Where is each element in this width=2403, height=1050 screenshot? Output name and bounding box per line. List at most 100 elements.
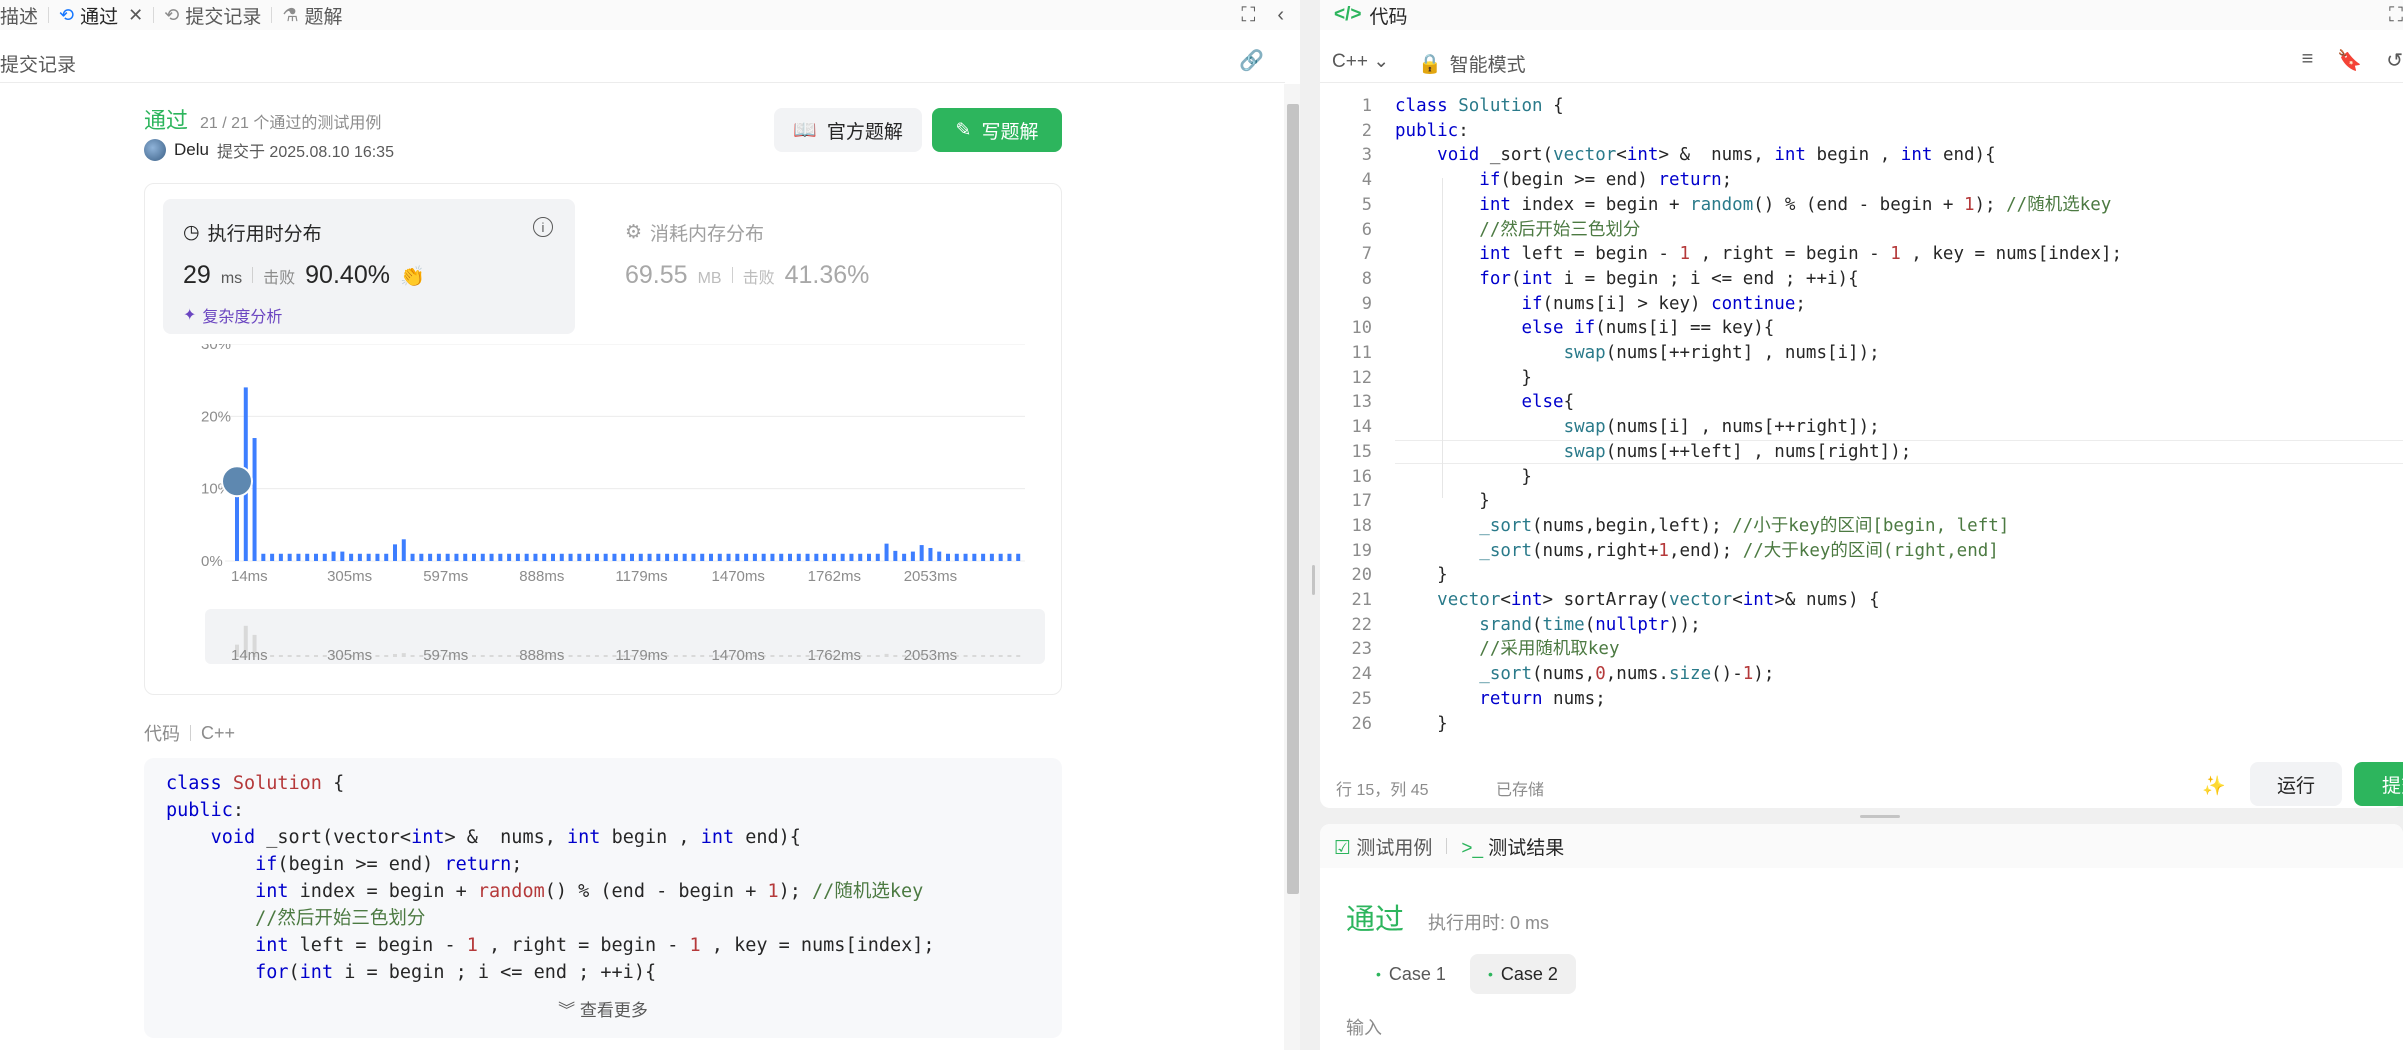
status-dot-icon: • (1488, 966, 1493, 982)
fullscreen-icon[interactable]: ⛶ (2389, 4, 2403, 27)
bookmark-icon[interactable]: 🔖 (2337, 48, 2362, 73)
runtime-beats: 90.40% (305, 261, 390, 289)
avatar[interactable] (144, 139, 166, 161)
editor-toolbar: C++ ⌄ 🔒 智能模式 ≡ 🔖 ↺ (1320, 44, 2403, 80)
collapse-icon[interactable]: ‹ (1277, 4, 1284, 27)
tab-submissions[interactable]: ⟲ 提交记录 (154, 0, 271, 30)
performance-card: ◷ 执行用时分布 i 29 ms 击败 90.40% 👏 ✦ 复杂度分析 ⚙ 消… (144, 183, 1062, 695)
scrollbar-thumb[interactable] (1287, 104, 1299, 894)
runtime-value-row: 29 ms 击败 90.40% 👏 (183, 261, 425, 290)
ai-assist-icon[interactable]: ✨ (2202, 774, 2226, 798)
tab-describe[interactable]: 描述 (0, 0, 48, 30)
run-button[interactable]: 运行 (2250, 762, 2342, 806)
fullscreen-icon[interactable]: ⛶ (1241, 4, 1255, 27)
user-name[interactable]: Delu (174, 140, 209, 160)
editor-textarea[interactable]: class Solution { public: void _sort(vect… (1395, 94, 2122, 736)
navigator-bar (788, 655, 792, 657)
tab-test-result-label: 测试结果 (1488, 837, 1565, 859)
chart-bar (287, 553, 292, 561)
x-tick-label: 2053ms (904, 568, 957, 585)
chart-bar (709, 553, 713, 561)
chart-bar (568, 553, 573, 561)
tab-solutions[interactable]: ⚗ 题解 (272, 0, 352, 30)
chart-bar (761, 553, 766, 561)
tab-test-result[interactable]: >_ 测试结果 (1461, 833, 1564, 860)
submit-button[interactable]: 提交 (2354, 762, 2403, 806)
history-icon: ⟲ (59, 4, 75, 25)
tab-test-cases[interactable]: ☑ 测试用例 (1334, 833, 1432, 860)
chart-bar (998, 553, 1003, 561)
history-icon: ⟲ (164, 4, 180, 25)
chart-bar (489, 553, 494, 561)
smart-mode-toggle[interactable]: 🔒 智能模式 (1418, 50, 1526, 77)
flask-icon: ⚗ (282, 4, 299, 25)
editor-header: </> 代码 ⛶ (1320, 0, 2403, 30)
code-editor-panel: </> 代码 ⛶ C++ ⌄ 🔒 智能模式 ≡ 🔖 ↺ 1 2 3 4 5 6 7 8 9 10 1… (1320, 0, 2403, 808)
chart-bar (612, 553, 617, 561)
terminal-icon: >_ (1461, 837, 1484, 859)
code-icon: </> (1334, 4, 1362, 25)
navigator-bar (507, 655, 512, 657)
undo-icon[interactable]: ↺ (2386, 48, 2403, 73)
chart-bar (638, 553, 643, 561)
input-label: 输入 (1346, 1018, 1382, 1038)
status-dot-icon: • (1376, 966, 1381, 982)
chip-icon: ⚙ (625, 222, 643, 243)
left-tab-bar: 描述 ⟲ 通过 ✕ ⟲ 提交记录 ⚗ 题解 ⛶ ‹ (0, 0, 1300, 30)
edit-icon: ✎ (955, 119, 972, 141)
chart-bar (788, 553, 792, 561)
chart-bar (524, 553, 529, 561)
chart-bar (454, 553, 459, 561)
case-tab-1[interactable]: • Case 1 (1358, 954, 1464, 994)
write-solution-button[interactable]: ✎ 写题解 (932, 108, 1062, 152)
official-solution-button[interactable]: 📖 官方题解 (774, 108, 922, 152)
chevrons-down-icon: ︾ (558, 1001, 576, 1020)
chart-bar (542, 553, 547, 561)
runtime-beats-label: 击败 (263, 270, 296, 287)
memory-beats-label: 击败 (742, 270, 775, 287)
navigator-tick-label: 305ms (327, 647, 372, 664)
divider (0, 82, 1285, 83)
format-icon[interactable]: ≡ (2302, 48, 2314, 73)
chart-bar (682, 553, 687, 561)
link-icon[interactable]: 🔗 (1239, 48, 1264, 73)
case-tab-2[interactable]: • Case 2 (1470, 954, 1576, 994)
chart-bar (270, 553, 275, 561)
runtime-label: 执行用时分布 (207, 224, 322, 245)
tab-passed[interactable]: ⟲ 通过 ✕ (49, 0, 153, 30)
chart-bar (910, 551, 915, 561)
chart-bar (296, 553, 301, 561)
chart-bar (884, 543, 889, 561)
result-pass: 通过 (1346, 904, 1405, 936)
info-icon[interactable]: i (533, 217, 553, 237)
chart-bar (919, 545, 924, 561)
memory-stats[interactable]: ⚙ 消耗内存分布 69.55 MB 击败 41.36% (615, 199, 1035, 334)
status-badge: 通过 (144, 108, 189, 133)
tab-divider (1446, 838, 1448, 854)
chart-bar (428, 553, 433, 561)
chart-bar (867, 553, 871, 561)
navigator-bar (393, 654, 397, 657)
navigator-bar (796, 655, 801, 657)
complexity-label: 复杂度分析 (202, 309, 283, 326)
chart-bar (744, 553, 749, 561)
saved-status: 已存储 (1496, 782, 1545, 799)
chart-bar (1016, 553, 1021, 561)
navigator-bar (480, 655, 485, 657)
chart-bar (366, 553, 371, 561)
chart-bar (322, 553, 327, 561)
horizontal-resize-handle[interactable] (1860, 815, 1900, 818)
runtime-distribution-chart[interactable]: 30%20%10%0%14ms 305ms 597ms 888ms 1179ms 1470… (145, 344, 1063, 684)
navigator-bar (489, 655, 494, 657)
language-select[interactable]: C++ ⌄ (1332, 50, 1389, 73)
navigator-bar (1007, 655, 1012, 657)
see-more-button[interactable]: ︾ 查看更多 (144, 996, 1062, 1021)
complexity-analysis-link[interactable]: ✦ 复杂度分析 (183, 303, 282, 327)
close-icon[interactable]: ✕ (128, 5, 143, 26)
vertical-resize-handle[interactable] (1312, 565, 1315, 595)
editor-title: 代码 (1369, 6, 1408, 28)
cases-passed: 21 / 21 个通过的测试用例 (200, 115, 382, 132)
navigator-bar (691, 655, 696, 657)
runtime-stats[interactable]: ◷ 执行用时分布 i 29 ms 击败 90.40% 👏 ✦ 复杂度分析 (163, 199, 575, 334)
submitter-info: Delu 提交于 2025.08.10 16:35 (144, 138, 394, 162)
